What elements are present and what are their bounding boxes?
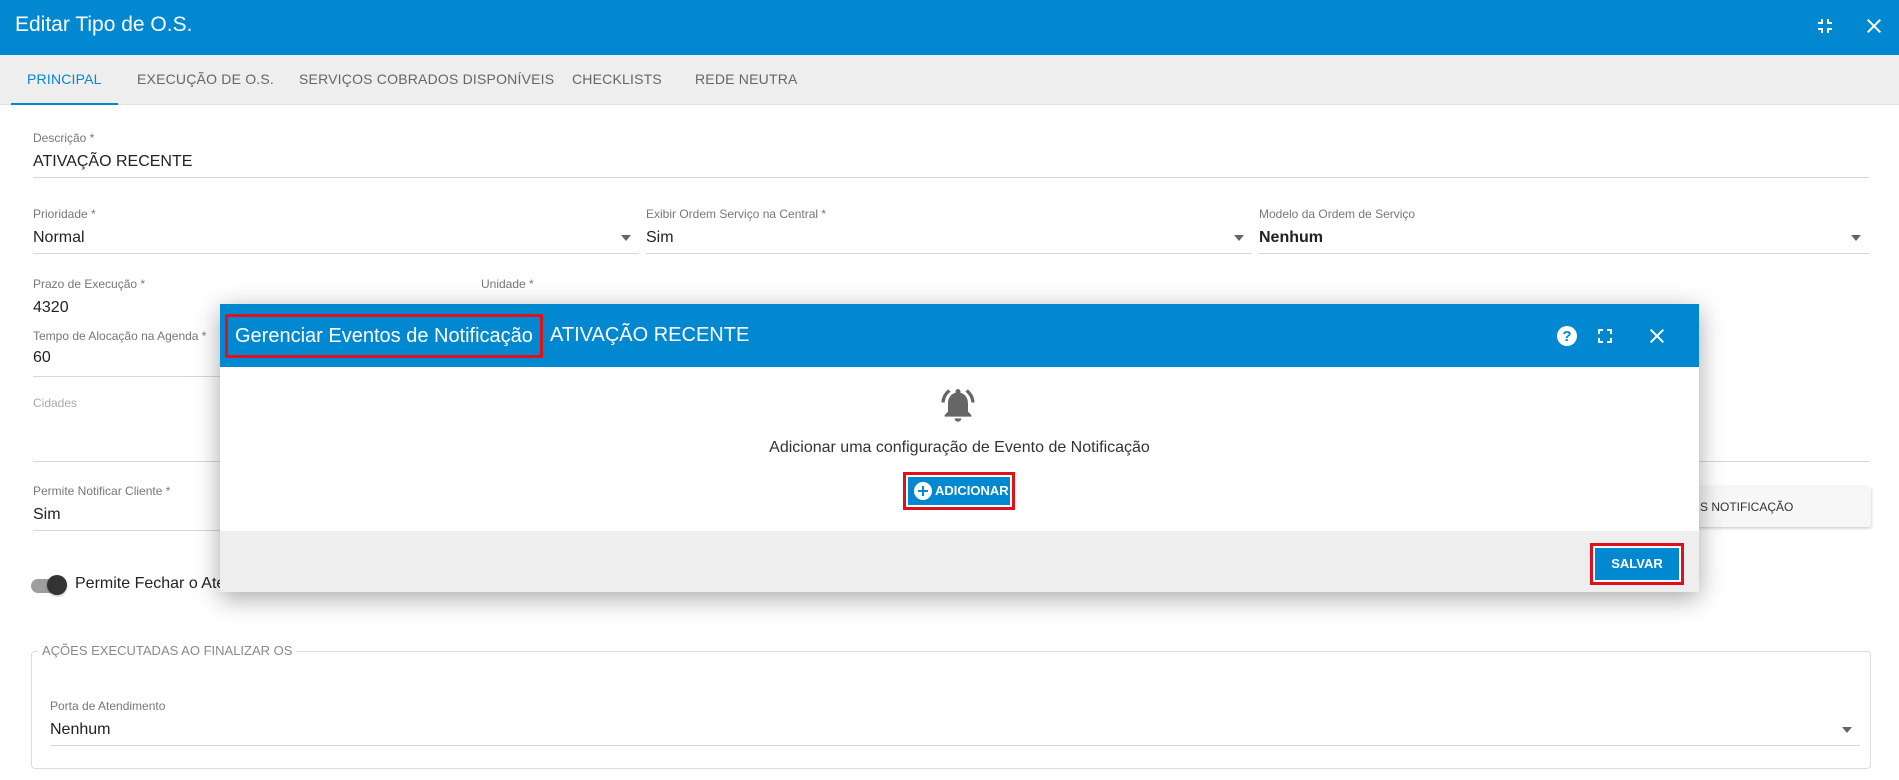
save-button[interactable]: SALVAR (1595, 548, 1679, 580)
add-button[interactable]: ADICIONAR (908, 477, 1010, 505)
add-button-label: ADICIONAR (935, 483, 1009, 498)
fullscreen-icon[interactable] (1593, 324, 1617, 348)
empty-state-message: Adicionar uma configuração de Evento de … (769, 439, 1150, 456)
dialog-title: Gerenciar Eventos de Notificação (225, 314, 543, 358)
dialog-subtitle: ATIVAÇÃO RECENTE (550, 324, 750, 346)
close-icon[interactable] (1645, 324, 1669, 348)
bell-icon (938, 385, 978, 425)
save-highlight: SALVAR (1590, 543, 1684, 585)
notification-events-dialog: Gerenciar Eventos de Notificação ATIVAÇÃ… (220, 304, 1699, 592)
dialog-body: Adicionar uma configuração de Evento de … (220, 367, 1699, 531)
help-icon[interactable]: ? (1555, 324, 1579, 348)
dialog-footer: SALVAR (220, 531, 1699, 592)
add-highlight: ADICIONAR (903, 472, 1015, 510)
svg-text:?: ? (1562, 328, 1571, 345)
add-circle-icon (914, 482, 932, 500)
dialog-header: Gerenciar Eventos de Notificação ATIVAÇÃ… (220, 304, 1699, 367)
